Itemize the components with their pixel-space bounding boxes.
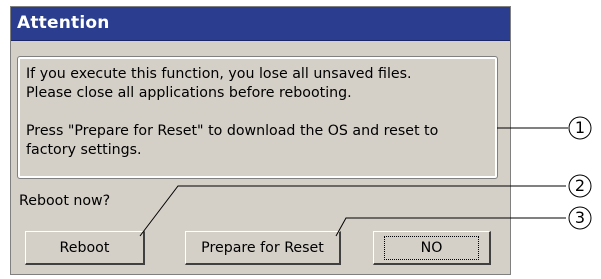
callout-number-2: 2: [574, 176, 586, 195]
callout-line-3: [335, 217, 566, 237]
callout-line-2: [139, 185, 566, 237]
callout-number-1: 1: [574, 118, 586, 137]
callout-lines: [139, 116, 592, 237]
callout-number-3: 3: [574, 208, 586, 227]
